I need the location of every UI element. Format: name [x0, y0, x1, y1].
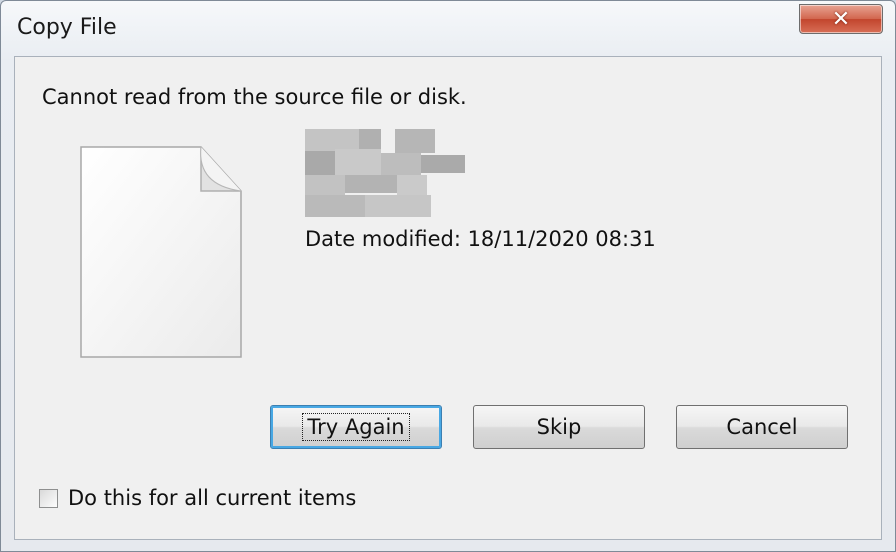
try-again-button[interactable]: Try Again — [270, 405, 442, 449]
date-modified: Date modified: 18/11/2020 08:31 — [305, 227, 656, 251]
dialog-body: Cannot read from the source file or disk… — [14, 56, 882, 540]
close-button[interactable]: ✕ — [799, 4, 883, 34]
apply-to-all-label[interactable]: Do this for all current items — [68, 486, 356, 510]
title-bar[interactable]: Copy File ✕ — [1, 1, 895, 53]
skip-button[interactable]: Skip — [473, 405, 645, 449]
apply-to-all-option[interactable]: Do this for all current items — [39, 485, 356, 511]
copy-file-dialog: Copy File ✕ Cannot read from the source … — [0, 0, 896, 552]
try-again-label: Try Again — [302, 413, 410, 441]
close-icon: ✕ — [831, 6, 851, 32]
error-message: Cannot read from the source file or disk… — [42, 85, 467, 109]
apply-to-all-checkbox[interactable] — [39, 488, 58, 508]
cancel-button[interactable]: Cancel — [676, 405, 848, 449]
document-icon — [80, 146, 242, 358]
window-title: Copy File — [17, 15, 117, 40]
file-name-redacted — [305, 129, 469, 221]
